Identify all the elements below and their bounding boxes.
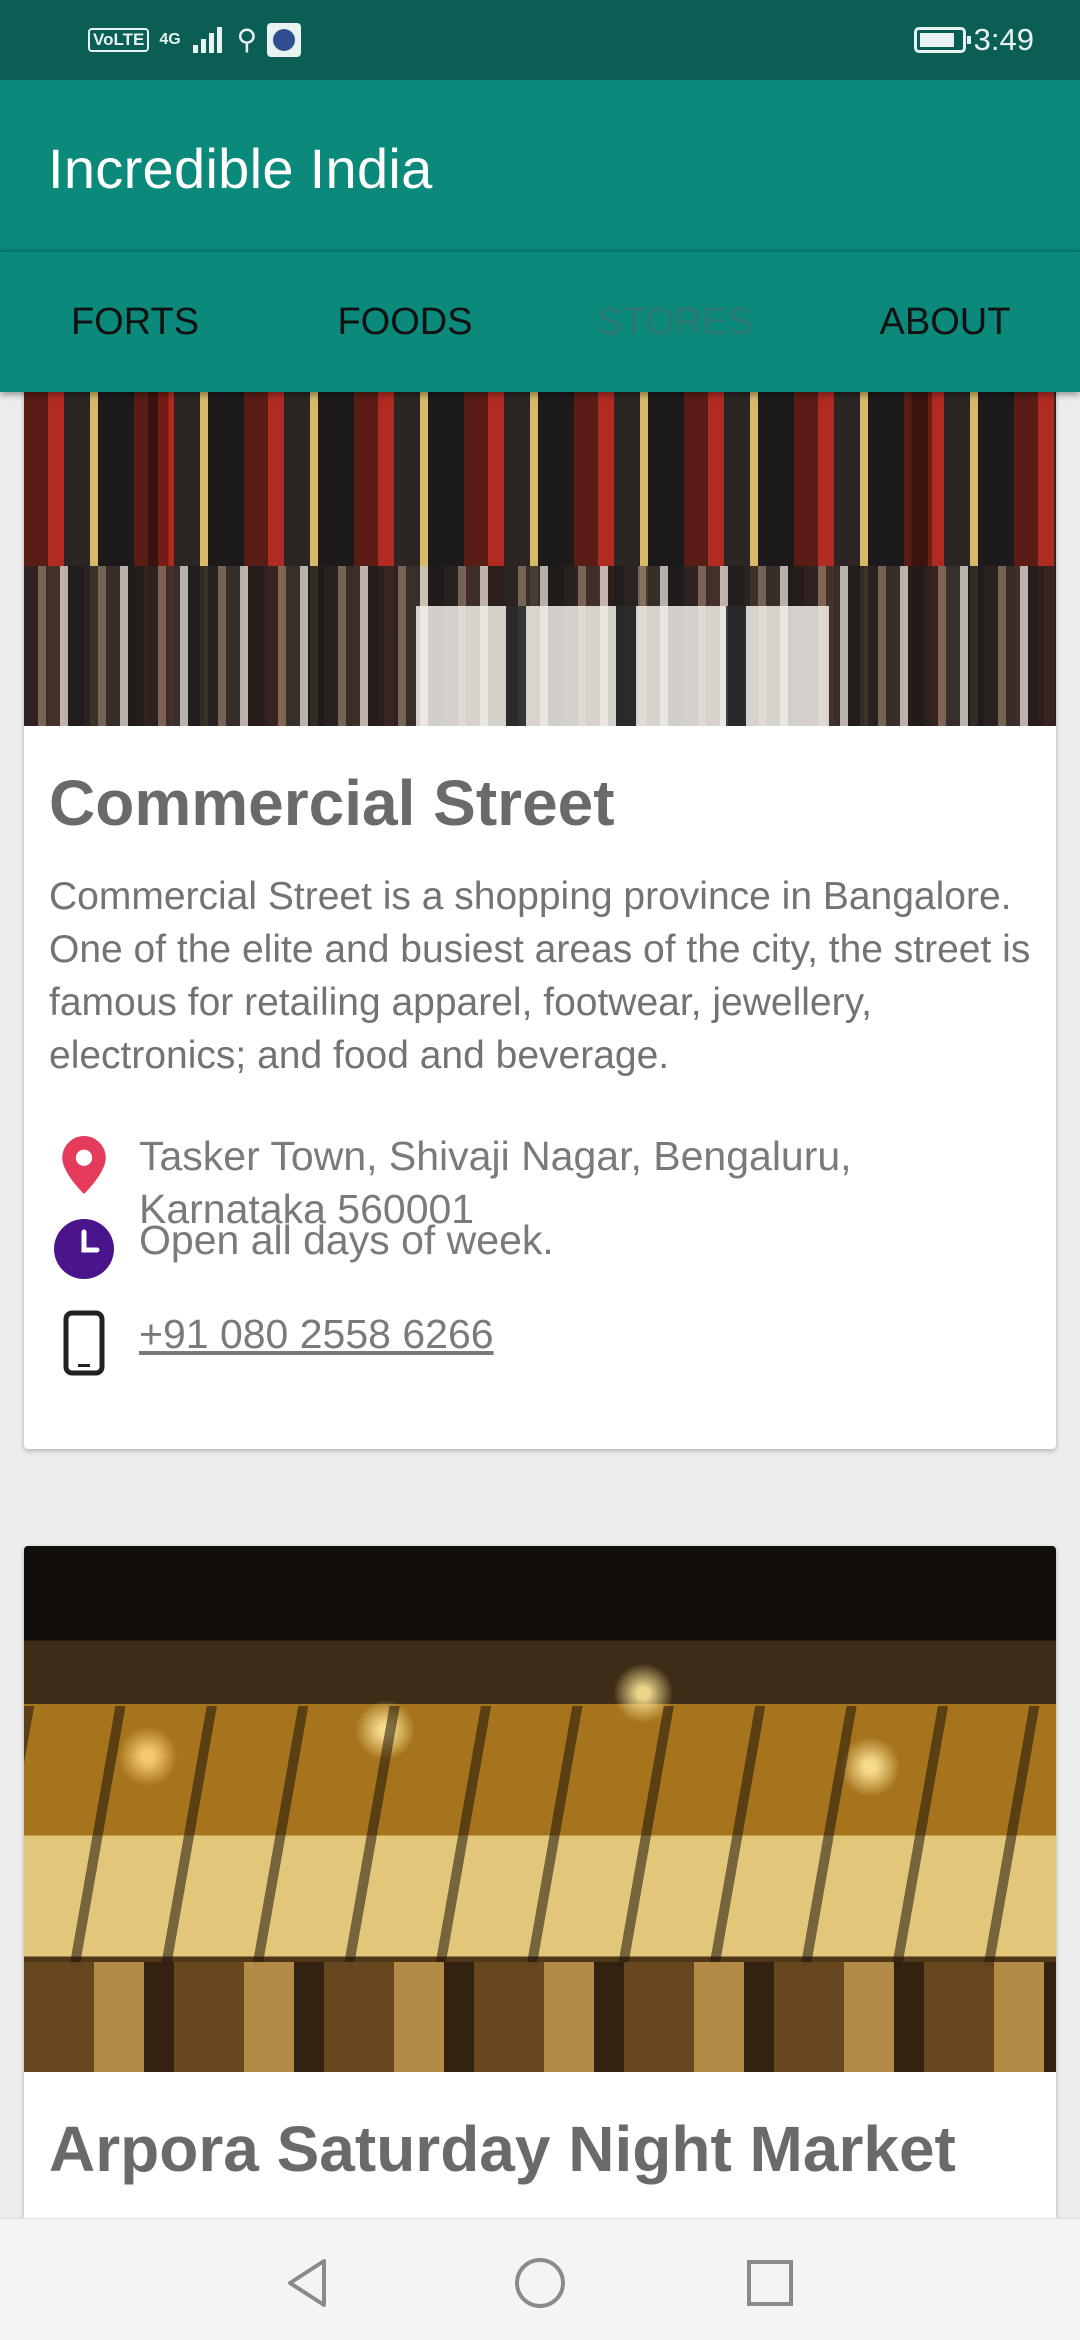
store-photo: [24, 392, 1056, 726]
tab-forts[interactable]: FORTS: [0, 252, 270, 392]
system-nav-bar: [0, 2218, 1080, 2340]
clock-icon: [49, 1214, 119, 1284]
tab-bar: FORTS FOODS STORES ABOUT: [0, 250, 1080, 392]
store-photo: [24, 1546, 1056, 2072]
app-screen: VoLTE 4G ⚲ 3:49 Incredible India FORTS F…: [0, 0, 1080, 2340]
usb-icon: ⚲: [236, 24, 258, 55]
network-type: 4G: [159, 31, 181, 48]
tab-stores[interactable]: STORES: [540, 252, 810, 392]
clock-time: 3:49: [973, 22, 1034, 57]
store-title: Commercial Street: [49, 767, 615, 839]
app-title: Incredible India: [48, 137, 433, 200]
phone-row[interactable]: +91 080 2558 6266: [49, 1308, 1039, 1378]
hours-row: Open all days of week.: [49, 1214, 1039, 1284]
status-left: VoLTE 4G ⚲: [88, 20, 302, 60]
stores-list[interactable]: Commercial Street Commercial Street is a…: [0, 392, 1080, 2218]
tab-foods[interactable]: FOODS: [270, 252, 540, 392]
battery-icon: [913, 27, 971, 53]
status-right: 3:49: [913, 18, 1034, 62]
signal-icon: [192, 27, 222, 53]
phone-icon: [49, 1308, 119, 1378]
store-card[interactable]: Commercial Street Commercial Street is a…: [24, 392, 1056, 1449]
store-card[interactable]: Arpora Saturday Night Market: [24, 1546, 1056, 2218]
store-hours: Open all days of week.: [139, 1217, 554, 1263]
home-icon[interactable]: [510, 2253, 570, 2313]
tab-about[interactable]: ABOUT: [810, 252, 1080, 392]
volte-indicator: VoLTE: [88, 28, 150, 52]
status-bar: VoLTE 4G ⚲ 3:49: [0, 0, 1080, 80]
store-title: Arpora Saturday Night Market: [49, 2113, 956, 2185]
app-bar: Incredible India: [0, 80, 1080, 250]
store-phone-link[interactable]: +91 080 2558 6266: [139, 1308, 494, 1361]
store-description: Commercial Street is a shopping province…: [49, 875, 1031, 1077]
location-pin-icon: [49, 1130, 119, 1200]
notification-icon: [267, 23, 302, 57]
recents-icon[interactable]: [740, 2253, 800, 2313]
back-icon[interactable]: [278, 2253, 338, 2313]
